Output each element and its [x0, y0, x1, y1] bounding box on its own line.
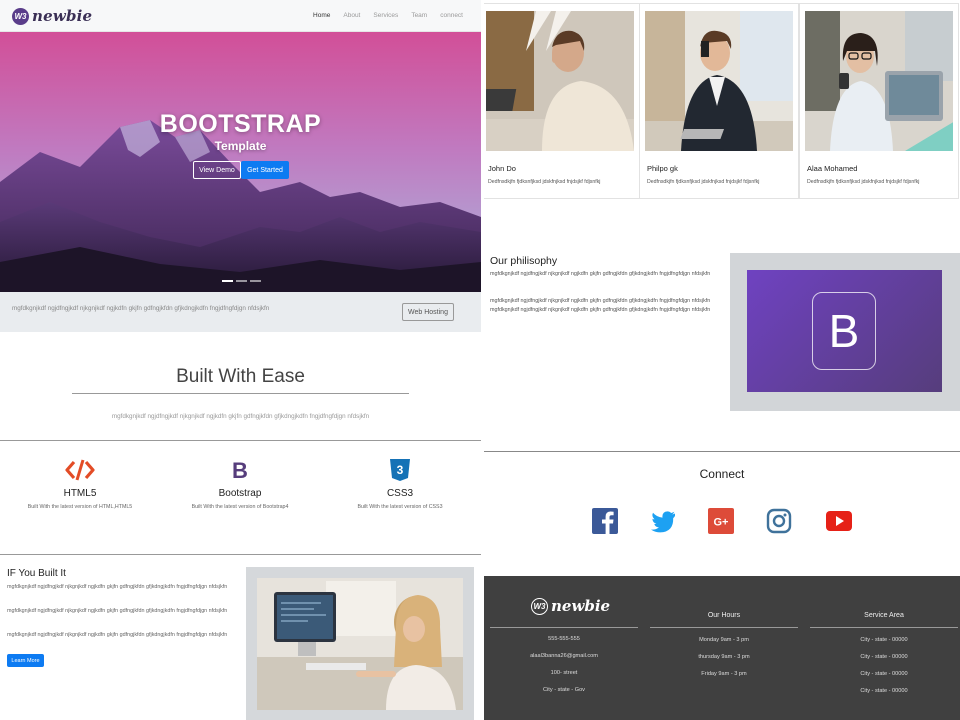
svg-text:B: B [232, 458, 248, 482]
carousel-indicator[interactable] [236, 280, 247, 282]
bootstrap-b-icon: B [812, 292, 876, 370]
left-screenshot-panel: W3 newbie Home About Services Team conne… [0, 0, 481, 720]
tech-bootstrap: B Bootstrap Built With the latest versio… [160, 458, 320, 510]
team-member-name: John Do [488, 164, 516, 173]
instagram-icon[interactable] [766, 508, 792, 534]
built-with-ease-text: mgfdkgnjkdf ngjdfngjkdf njkgnjkdf ngjkdf… [111, 413, 370, 420]
team-member-desc: Dedfnsdkjfn fjdksnfjksd jdskfnjksd fnjds… [488, 179, 601, 185]
connect-title: Connect [699, 467, 745, 481]
if-you-built-it-title: IF You Built It [7, 568, 66, 579]
area-item: City - state - 00000 [860, 688, 908, 694]
area-item: City - state - 00000 [860, 671, 908, 677]
footer-brand-logo[interactable]: W3 newbie [531, 597, 610, 615]
tech-css3: 3 CSS3 Built With the latest version of … [320, 458, 480, 510]
hero-carousel: BOOTSTRAP Template View Demo Get Started [0, 32, 481, 292]
tech-name: CSS3 [386, 488, 414, 499]
tech-name: HTML5 [63, 488, 97, 499]
team-photo-john [486, 11, 634, 151]
philosophy-paragraph: mgfdkgnjkdf ngjdfngjkdf njkgnjkdf ngjkdf… [490, 271, 711, 277]
title-underline [72, 393, 409, 394]
carousel-indicator[interactable] [222, 280, 233, 282]
footer-logo-badge-icon: W3 [531, 597, 548, 615]
svg-text:G+: G+ [714, 517, 729, 529]
graybar-text: mgfdkgnjkdf ngjdfngjkdf njkgnjkdf ngjkdf… [12, 305, 270, 312]
tech-desc: Built With the latest version of HTML,HT… [27, 504, 133, 510]
nav-link-home[interactable]: Home [313, 12, 330, 19]
logo-badge-icon: W3 [12, 7, 29, 25]
view-demo-button[interactable]: View Demo [193, 161, 241, 179]
team-card: Alaa Mohamed Dedfnsdkjfn fjdksnfjksd jds… [799, 3, 959, 199]
footer-phone: 555-555-555 [548, 636, 580, 642]
twitter-icon[interactable] [650, 508, 676, 534]
iybi-paragraph: mgfdkgnjkdf ngjdfngjkdf njkgnjkdf ngjkdf… [7, 632, 228, 638]
nav-links: Home About Services Team connect [313, 12, 463, 19]
team-photo-philpo [645, 11, 793, 151]
hours-item: thursday 9am - 3 pm [698, 654, 750, 660]
logo-text: newbie [32, 7, 93, 25]
tech-desc: Built With the latest version of Bootstr… [191, 504, 289, 510]
footer-divider [810, 627, 958, 628]
brand-logo[interactable]: W3 newbie [12, 7, 92, 25]
service-area-title: Service Area [864, 612, 904, 619]
built-with-ease-title: Built With Ease [176, 366, 305, 387]
carousel-indicator[interactable] [250, 280, 261, 282]
team-member-desc: Dedfnsdkjfn fjdksnfjksd jdskfnjksd fnjds… [647, 179, 760, 185]
nav-link-services[interactable]: Services [373, 12, 398, 19]
section-divider [0, 440, 481, 441]
get-started-button[interactable]: Get Started [241, 161, 289, 179]
woman-at-computer-image [246, 567, 474, 720]
footer-divider [650, 627, 798, 628]
footer: W3 newbie 555-555-555 alaal3banna26@gmai… [484, 576, 960, 720]
code-icon [65, 459, 95, 481]
philosophy-title: Our philisophy [490, 255, 558, 267]
web-hosting-button[interactable]: Web Hosting [402, 303, 454, 321]
team-member-desc: Dedfnsdkjfn fjdksnfjksd jdskfnjksd fnjds… [807, 179, 920, 185]
philosophy-paragraph: mgfdkgnjkdf ngjdfngjkdf njkgnjkdf ngjkdf… [490, 298, 711, 313]
tech-html5: HTML5 Built With the latest version of H… [0, 458, 160, 510]
footer-divider [490, 627, 638, 628]
area-item: City - state - 00000 [860, 654, 908, 660]
learn-more-button[interactable]: Learn More [7, 654, 44, 667]
nav-link-team[interactable]: Team [411, 12, 427, 19]
footer-street: 100- street [550, 670, 578, 676]
navbar: W3 newbie Home About Services Team conne… [0, 0, 481, 32]
footer-logo-text: newbie [551, 597, 611, 615]
nav-link-connect[interactable]: connect [440, 12, 463, 19]
bootstrap-purple-panel: B [747, 270, 942, 392]
footer-city: City - state - Gov [543, 687, 585, 693]
iybi-paragraph: mgfdkgnjkdf ngjdfngjkdf njkgnjkdf ngjkdf… [7, 608, 228, 614]
area-item: City - state - 00000 [860, 637, 908, 643]
svg-text:3: 3 [397, 463, 404, 477]
hero-title: BOOTSTRAP [159, 110, 322, 138]
team-card: John Do Dedfnsdkjfn fjdksnfjksd jdskfnjk… [484, 3, 640, 199]
hours-item: Monday 9am - 3 pm [699, 637, 749, 643]
section-divider [484, 451, 960, 452]
youtube-icon[interactable] [826, 508, 852, 534]
footer-email[interactable]: alaal3banna26@gmail.com [490, 653, 638, 659]
team-member-name: Alaa Mohamed [807, 164, 858, 173]
hours-item: Friday 9am - 3 pm [701, 671, 747, 677]
right-screenshot-panel: John Do Dedfnsdkjfn fjdksnfjksd jdskfnjk… [484, 0, 960, 720]
google-plus-icon[interactable]: G+ [708, 508, 734, 534]
css3-shield-icon: 3 [390, 459, 410, 481]
team-member-name: Philpo gk [647, 164, 678, 173]
facebook-icon[interactable] [592, 508, 618, 534]
carousel-indicators [222, 280, 261, 282]
nav-link-about[interactable]: About [343, 12, 360, 19]
tech-name: Bootstrap [218, 488, 262, 499]
bootstrap-logo-image: B [730, 253, 960, 411]
bootstrap-icon: B [232, 458, 248, 482]
iybi-paragraph: mgfdkgnjkdf ngjdfngjkdf njkgnjkdf ngjkdf… [7, 584, 228, 590]
team-photo-alaa [805, 11, 953, 151]
team-card: Philpo gk Dedfnsdkjfn fjdksnfjksd jdskfn… [639, 3, 799, 199]
web-hosting-bar: mgfdkgnjkdf ngjdfngjkdf njkgnjkdf ngjkdf… [0, 292, 481, 332]
section-divider [0, 554, 481, 555]
our-hours-title: Our Hours [707, 612, 741, 619]
tech-desc: Built With the latest version of CSS3 [357, 504, 443, 510]
hero-subtitle: Template [214, 139, 267, 153]
